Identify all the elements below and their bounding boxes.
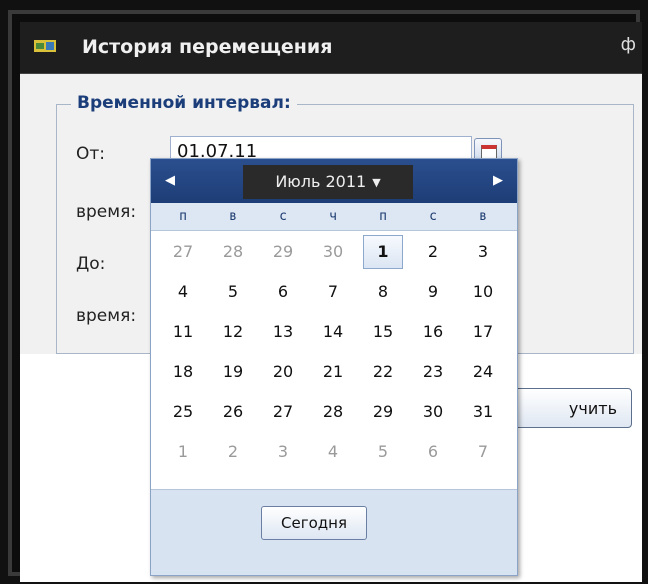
window-title: История перемещения xyxy=(82,36,333,58)
day-cell[interactable]: 13 xyxy=(263,315,303,349)
calendar-footer: Сегодня xyxy=(151,489,517,575)
day-cell[interactable]: 2 xyxy=(213,435,253,469)
day-grid: 27 28 29 30 1 2 3 4 5 6 7 8 9 10 11 12 13 14 15 16 17 18 19 20 2… xyxy=(151,231,517,483)
calendar-popup: ◀ Июль 2011 ▼ ▶ пвсчпсв 27 28 29 30 1 2 3 4 5 6 7 8 9… xyxy=(150,158,518,576)
today-button[interactable]: Сегодня xyxy=(261,506,367,540)
day-cell[interactable]: 1 xyxy=(163,435,203,469)
title-bar: История перемещения ф xyxy=(20,22,642,74)
day-cell[interactable]: 29 xyxy=(263,235,303,269)
weekday-label: с xyxy=(429,209,437,224)
day-cell[interactable]: 19 xyxy=(213,355,253,389)
day-cell[interactable]: 18 xyxy=(163,355,203,389)
day-cell[interactable]: 21 xyxy=(313,355,353,389)
pin-icon[interactable]: ф xyxy=(621,34,636,55)
to-label: До: xyxy=(76,254,106,274)
day-cell[interactable]: 3 xyxy=(463,235,503,269)
day-cell[interactable]: 8 xyxy=(363,275,403,309)
to-time-label: время: xyxy=(76,306,137,326)
day-cell[interactable]: 10 xyxy=(463,275,503,309)
weekday-label: ч xyxy=(329,209,337,224)
day-cell[interactable]: 28 xyxy=(313,395,353,429)
day-cell[interactable]: 25 xyxy=(163,395,203,429)
weekday-label: в xyxy=(229,209,237,224)
weekday-label: с xyxy=(279,209,287,224)
day-cell[interactable]: 9 xyxy=(413,275,453,309)
day-cell[interactable]: 23 xyxy=(413,355,453,389)
triangle-right-icon[interactable]: ▶ xyxy=(493,173,503,188)
day-cell[interactable]: 2 xyxy=(413,235,453,269)
calendar-header: ◀ Июль 2011 ▼ ▶ xyxy=(151,159,517,203)
day-cell[interactable]: 3 xyxy=(263,435,303,469)
time-interval-legend: Временной интервал: xyxy=(71,93,297,113)
day-cell[interactable]: 31 xyxy=(463,395,503,429)
day-cell[interactable]: 29 xyxy=(363,395,403,429)
day-cell[interactable]: 28 xyxy=(213,235,253,269)
day-cell[interactable]: 6 xyxy=(263,275,303,309)
weekday-label: п xyxy=(379,209,387,224)
day-cell[interactable]: 6 xyxy=(413,435,453,469)
day-cell-selected[interactable]: 1 xyxy=(363,235,403,269)
day-cell[interactable]: 27 xyxy=(263,395,303,429)
day-cell[interactable]: 7 xyxy=(313,275,353,309)
day-cell[interactable]: 7 xyxy=(463,435,503,469)
day-cell[interactable]: 22 xyxy=(363,355,403,389)
weekday-label: п xyxy=(179,209,187,224)
day-cell[interactable]: 30 xyxy=(313,235,353,269)
day-cell[interactable]: 4 xyxy=(313,435,353,469)
day-cell[interactable]: 27 xyxy=(163,235,203,269)
day-cell[interactable]: 11 xyxy=(163,315,203,349)
from-label: От: xyxy=(76,144,106,164)
from-time-label: время: xyxy=(76,202,137,222)
chevron-down-icon: ▼ xyxy=(372,175,381,189)
weekday-header: пвсчпсв xyxy=(151,203,517,231)
day-cell[interactable]: 26 xyxy=(213,395,253,429)
month-year-selector[interactable]: Июль 2011 ▼ xyxy=(243,165,413,199)
day-cell[interactable]: 24 xyxy=(463,355,503,389)
day-cell[interactable]: 14 xyxy=(313,315,353,349)
get-button[interactable]: учить xyxy=(510,388,632,428)
day-cell[interactable]: 30 xyxy=(413,395,453,429)
day-cell[interactable]: 4 xyxy=(163,275,203,309)
day-cell[interactable]: 16 xyxy=(413,315,453,349)
triangle-left-icon[interactable]: ◀ xyxy=(165,173,175,188)
day-cell[interactable]: 12 xyxy=(213,315,253,349)
day-cell[interactable]: 20 xyxy=(263,355,303,389)
day-cell[interactable]: 5 xyxy=(213,275,253,309)
day-cell[interactable]: 17 xyxy=(463,315,503,349)
weekday-label: в xyxy=(479,209,487,224)
day-cell[interactable]: 5 xyxy=(363,435,403,469)
month-year-label: Июль 2011 xyxy=(275,172,367,191)
route-map-icon xyxy=(34,40,56,52)
day-cell[interactable]: 15 xyxy=(363,315,403,349)
